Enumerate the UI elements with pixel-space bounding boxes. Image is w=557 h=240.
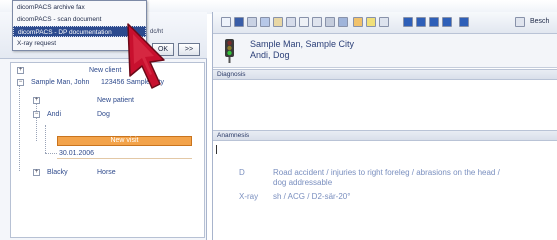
new-patient-label: New patient <box>97 97 134 104</box>
client-name: Sample Man, John <box>31 79 90 86</box>
copy-icon[interactable] <box>286 17 296 27</box>
camera-icon[interactable] <box>338 17 348 27</box>
text-icon[interactable] <box>260 17 270 27</box>
diagnosis-label: Diagnosis <box>213 69 557 80</box>
patient-owner-city: Sample Man, Sample City <box>250 39 355 49</box>
window-icon[interactable] <box>379 17 389 27</box>
tree-line <box>19 79 20 171</box>
entry-code: D <box>239 168 245 177</box>
save-icon[interactable] <box>234 17 244 27</box>
info-icon[interactable] <box>459 17 469 27</box>
anamnesis-label: Anamnesis <box>213 130 557 141</box>
text-caret <box>216 145 217 154</box>
client-tree: + New client − Sample Man, John 123456 S… <box>10 62 205 238</box>
next-icon[interactable] <box>429 17 439 27</box>
print-icon[interactable] <box>247 17 257 27</box>
menu-item-archive-fax[interactable]: dicomPACS archive fax <box>13 2 146 13</box>
expand-icon[interactable]: + <box>33 169 40 176</box>
first-icon[interactable] <box>403 17 413 27</box>
color-icon[interactable] <box>353 17 363 27</box>
image-icon[interactable] <box>312 17 322 27</box>
diagnosis-field[interactable] <box>213 81 557 131</box>
traffic-light-icon <box>225 39 234 63</box>
tree-line <box>36 101 37 141</box>
visit-date-row[interactable]: 30.01.2006 <box>57 148 192 159</box>
patient-pet: Andi, Dog <box>250 50 290 60</box>
tree-line <box>45 153 57 154</box>
entry-text: sh / ACG / D2-sär-20° <box>273 192 351 201</box>
record-pane: Besch Sample Man, Sample City Andi, Dog … <box>212 12 557 240</box>
collapse-icon[interactable]: − <box>17 79 24 86</box>
prev-icon[interactable] <box>416 17 426 27</box>
anamnesis-field[interactable]: D Road accident / injuries to right fore… <box>213 142 557 240</box>
patient-name: Andi <box>47 111 62 118</box>
collapse-icon[interactable]: − <box>33 111 40 118</box>
highlight-icon[interactable] <box>366 17 376 27</box>
patient-species: Dog <box>97 111 110 118</box>
patient2-name: Blacky <box>47 169 68 176</box>
next-button[interactable]: >> <box>178 43 200 56</box>
new-doc-icon[interactable] <box>221 17 231 27</box>
patient-header: Sample Man, Sample City Andi, Dog <box>213 34 557 68</box>
describe-icon[interactable] <box>515 17 525 27</box>
describe-label[interactable]: Besch <box>530 18 549 25</box>
tree-line <box>45 125 46 153</box>
last-icon[interactable] <box>442 17 452 27</box>
entry-text: Road accident / injuries to right forele… <box>273 168 500 177</box>
record-toolbar: Besch <box>213 12 557 34</box>
entry-code: X-ray <box>239 192 259 201</box>
new-client-label: New client <box>89 67 122 74</box>
new-visit-row[interactable]: New visit <box>57 136 192 146</box>
attach-icon[interactable] <box>325 17 335 27</box>
entry-text-cont: dog addressable <box>273 178 333 187</box>
folder-icon[interactable] <box>273 17 283 27</box>
pointer-cursor-icon <box>127 23 165 89</box>
expand-icon[interactable]: + <box>33 97 40 104</box>
expand-icon[interactable]: + <box>17 67 24 74</box>
patient2-species: Horse <box>97 169 116 176</box>
paste-icon[interactable] <box>299 17 309 27</box>
